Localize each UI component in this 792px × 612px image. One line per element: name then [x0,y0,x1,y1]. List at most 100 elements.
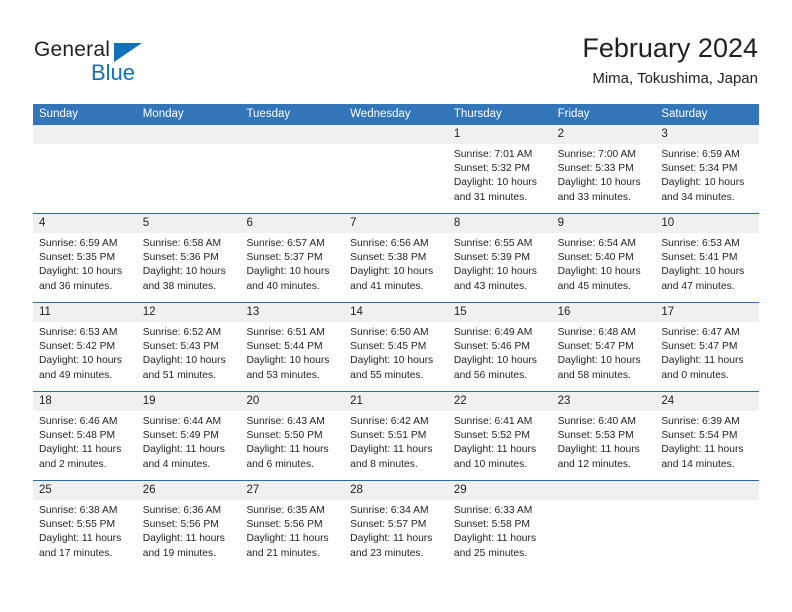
day-number-13[interactable]: 13 [240,303,344,322]
calendar-week-row: 11 12 13 14 15 16 17 Sunrise: 6:53 AM Sunset: 5:… [33,302,759,391]
day-number-6[interactable]: 6 [240,214,344,233]
day-number-26[interactable]: 26 [137,481,241,500]
sunrise-text: Sunrise: 7:01 AM [453,149,533,160]
day-cell-16[interactable]: Sunrise: 6:48 AM Sunset: 5:47 PM Daylight:… [552,322,656,391]
day-number-band: 18 19 20 21 22 23 24 [33,392,759,411]
day-cell-11[interactable]: Sunrise: 6:53 AM Sunset: 5:42 PM Daylight:… [33,322,137,391]
weekday-header-row: Sunday Monday Tuesday Wednesday Thursday Frid… [33,104,759,125]
day-cell-5[interactable]: Sunrise: 6:58 AM Sunset: 5:36 PM Daylight:… [137,233,241,302]
day-cell-7[interactable]: Sunrise: 6:56 AM Sunset: 5:38 PM Daylight:… [344,233,448,302]
weekday-header-thursday: Thursday [453,108,502,120]
sunset-text: Sunset: 5:35 PM [39,252,116,264]
sunrise-text: Sunrise: 6:35 AM [246,505,325,516]
day-cell-14[interactable]: Sunrise: 6:50 AM Sunset: 5:45 PM Daylight:… [344,322,448,391]
sunrise-text: Sunrise: 6:42 AM [350,416,429,427]
day-cell-29[interactable]: Sunrise: 6:33 AM Sunset: 5:58 PM Daylight:… [448,500,552,569]
calendar-week-row: 18 19 20 21 22 23 24 Sunrise: 6:46 AM Sunset: 5:… [33,391,759,480]
day-cell-4[interactable]: Sunrise: 6:59 AM Sunset: 5:35 PM Daylight:… [33,233,137,302]
sunset-text: Sunset: 5:42 PM [39,341,116,353]
day-number-9[interactable]: 9 [552,214,656,233]
day-number-23[interactable]: 23 [552,392,656,411]
day-cell-24[interactable]: Sunrise: 6:39 AM Sunset: 5:54 PM Daylight:… [655,411,759,480]
day-cell-22[interactable]: Sunrise: 6:41 AM Sunset: 5:52 PM Daylight:… [448,411,552,480]
day-number-18[interactable]: 18 [33,392,137,411]
day-number-10[interactable]: 10 [655,214,759,233]
day-number-12[interactable]: 12 [137,303,241,322]
sunrise-text: Sunrise: 6:43 AM [246,416,325,427]
daylight-text-line2: and 49 minutes. [39,369,113,381]
daylight-text-line1: Daylight: 10 hours [453,355,537,367]
day-number-19[interactable]: 19 [137,392,241,411]
day-number-7[interactable]: 7 [344,214,448,233]
day-number-20[interactable]: 20 [240,392,344,411]
day-number-4[interactable]: 4 [33,214,137,233]
day-cell-15[interactable]: Sunrise: 6:49 AM Sunset: 5:46 PM Daylight:… [448,322,552,391]
day-number-27[interactable]: 27 [240,481,344,500]
daylight-text-line1: Daylight: 10 hours [661,266,745,278]
brand-logo[interactable]: General Blue [34,38,254,90]
day-number-empty [655,481,759,500]
calendar-weeks: 1 2 3 Sunrise: 7:01 AM Sunset: 5:32 PM Daylig… [33,125,759,569]
day-number-17[interactable]: 17 [655,303,759,322]
sunset-text: Sunset: 5:34 PM [661,163,738,175]
day-cell-21[interactable]: Sunrise: 6:42 AM Sunset: 5:51 PM Daylight:… [344,411,448,480]
sunset-text: Sunset: 5:38 PM [350,252,427,264]
day-number-2[interactable]: 2 [552,125,656,144]
day-cell-2[interactable]: Sunrise: 7:00 AM Sunset: 5:33 PM Daylight:… [552,144,656,213]
day-cell-9[interactable]: Sunrise: 6:54 AM Sunset: 5:40 PM Daylight:… [552,233,656,302]
sunrise-text: Sunrise: 6:48 AM [557,327,637,338]
daylight-text-line1: Daylight: 11 hours [142,533,225,545]
daylight-text-line1: Daylight: 10 hours [39,266,122,278]
day-cell-1[interactable]: Sunrise: 7:01 AM Sunset: 5:32 PM Daylight:… [448,144,552,213]
day-cell-27[interactable]: Sunrise: 6:35 AM Sunset: 5:56 PM Daylight:… [240,500,344,569]
day-detail-band: Sunrise: 6:59 AM Sunset: 5:35 PM Daylight:… [33,233,759,302]
day-cell-3[interactable]: Sunrise: 6:59 AM Sunset: 5:34 PM Daylight:… [655,144,759,213]
daylight-text-line2: and 23 minutes. [350,547,424,559]
daylight-text-line1: Daylight: 11 hours [39,444,122,456]
day-cell-6[interactable]: Sunrise: 6:57 AM Sunset: 5:37 PM Daylight:… [240,233,344,302]
calendar-week-row: 25 26 27 28 29 Sunrise: 6:38 AM Sunset: 5:55 P… [33,480,759,569]
sunset-text: Sunset: 5:36 PM [142,252,219,264]
day-number-15[interactable]: 15 [448,303,552,322]
day-cell-25[interactable]: Sunrise: 6:38 AM Sunset: 5:55 PM Daylight:… [33,500,137,569]
day-cell-12[interactable]: Sunrise: 6:52 AM Sunset: 5:43 PM Daylight:… [137,322,241,391]
page-title: February 2024 [582,33,758,63]
sunset-text: Sunset: 5:48 PM [39,430,116,442]
day-number-11[interactable]: 11 [33,303,137,322]
sunrise-text: Sunrise: 6:46 AM [39,416,118,427]
day-cell-26[interactable]: Sunrise: 6:36 AM Sunset: 5:56 PM Daylight:… [137,500,241,569]
day-cell-10[interactable]: Sunrise: 6:53 AM Sunset: 5:41 PM Daylight:… [655,233,759,302]
day-number-22[interactable]: 22 [448,392,552,411]
day-number-empty [552,481,656,500]
day-cell-8[interactable]: Sunrise: 6:55 AM Sunset: 5:39 PM Daylight:… [448,233,552,302]
sunset-text: Sunset: 5:44 PM [246,341,323,353]
daylight-text-line2: and 34 minutes. [661,191,735,203]
daylight-text-line2: and 12 minutes. [557,458,631,470]
day-number-empty [344,125,448,144]
day-number-25[interactable]: 25 [33,481,137,500]
daylight-text-line2: and 4 minutes. [142,458,211,470]
day-number-16[interactable]: 16 [552,303,656,322]
day-number-1[interactable]: 1 [448,125,552,144]
day-number-14[interactable]: 14 [344,303,448,322]
day-number-28[interactable]: 28 [344,481,448,500]
day-number-5[interactable]: 5 [137,214,241,233]
day-cell-17[interactable]: Sunrise: 6:47 AM Sunset: 5:47 PM Daylight:… [655,322,759,391]
sunset-text: Sunset: 5:49 PM [142,430,219,442]
sunset-text: Sunset: 5:55 PM [39,519,116,531]
day-cell-28[interactable]: Sunrise: 6:34 AM Sunset: 5:57 PM Daylight:… [344,500,448,569]
sunset-text: Sunset: 5:53 PM [557,430,634,442]
day-number-3[interactable]: 3 [655,125,759,144]
day-cell-23[interactable]: Sunrise: 6:40 AM Sunset: 5:53 PM Daylight:… [552,411,656,480]
day-number-29[interactable]: 29 [448,481,552,500]
day-cell-19[interactable]: Sunrise: 6:44 AM Sunset: 5:49 PM Daylight:… [137,411,241,480]
day-cell-20[interactable]: Sunrise: 6:43 AM Sunset: 5:50 PM Daylight:… [240,411,344,480]
day-number-24[interactable]: 24 [655,392,759,411]
day-number-21[interactable]: 21 [344,392,448,411]
sunset-text: Sunset: 5:54 PM [661,430,738,442]
day-number-8[interactable]: 8 [448,214,552,233]
day-cell-13[interactable]: Sunrise: 6:51 AM Sunset: 5:44 PM Daylight:… [240,322,344,391]
sunrise-text: Sunrise: 6:59 AM [661,149,740,160]
day-cell-18[interactable]: Sunrise: 6:46 AM Sunset: 5:48 PM Daylight:… [33,411,137,480]
daylight-text-line1: Daylight: 11 hours [453,444,537,456]
